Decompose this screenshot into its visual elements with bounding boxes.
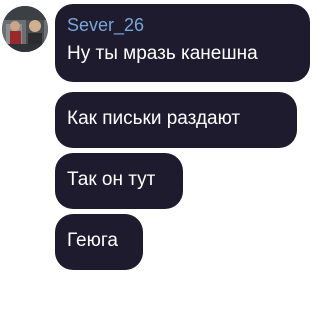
sender-name[interactable]: Sever_26 <box>67 15 298 35</box>
message-bubble[interactable]: Как письки раздают <box>55 92 297 148</box>
message-text: Ну ты мразь канешна <box>67 43 258 64</box>
message-bubble[interactable]: Так он тут <box>55 153 183 209</box>
message-text: Геюга <box>67 230 118 251</box>
message-bubble[interactable]: Sever_26 Ну ты мразь канешна <box>55 4 310 82</box>
sender-avatar[interactable] <box>2 6 48 52</box>
message-text: Как письки раздают <box>67 108 241 129</box>
message-bubble[interactable]: Геюга <box>55 214 143 270</box>
message-text: Так он тут <box>67 169 156 190</box>
chat-message-group: Sever_26 Ну ты мразь канешна Как письки … <box>0 0 313 320</box>
avatar-photo-icon <box>2 6 48 52</box>
